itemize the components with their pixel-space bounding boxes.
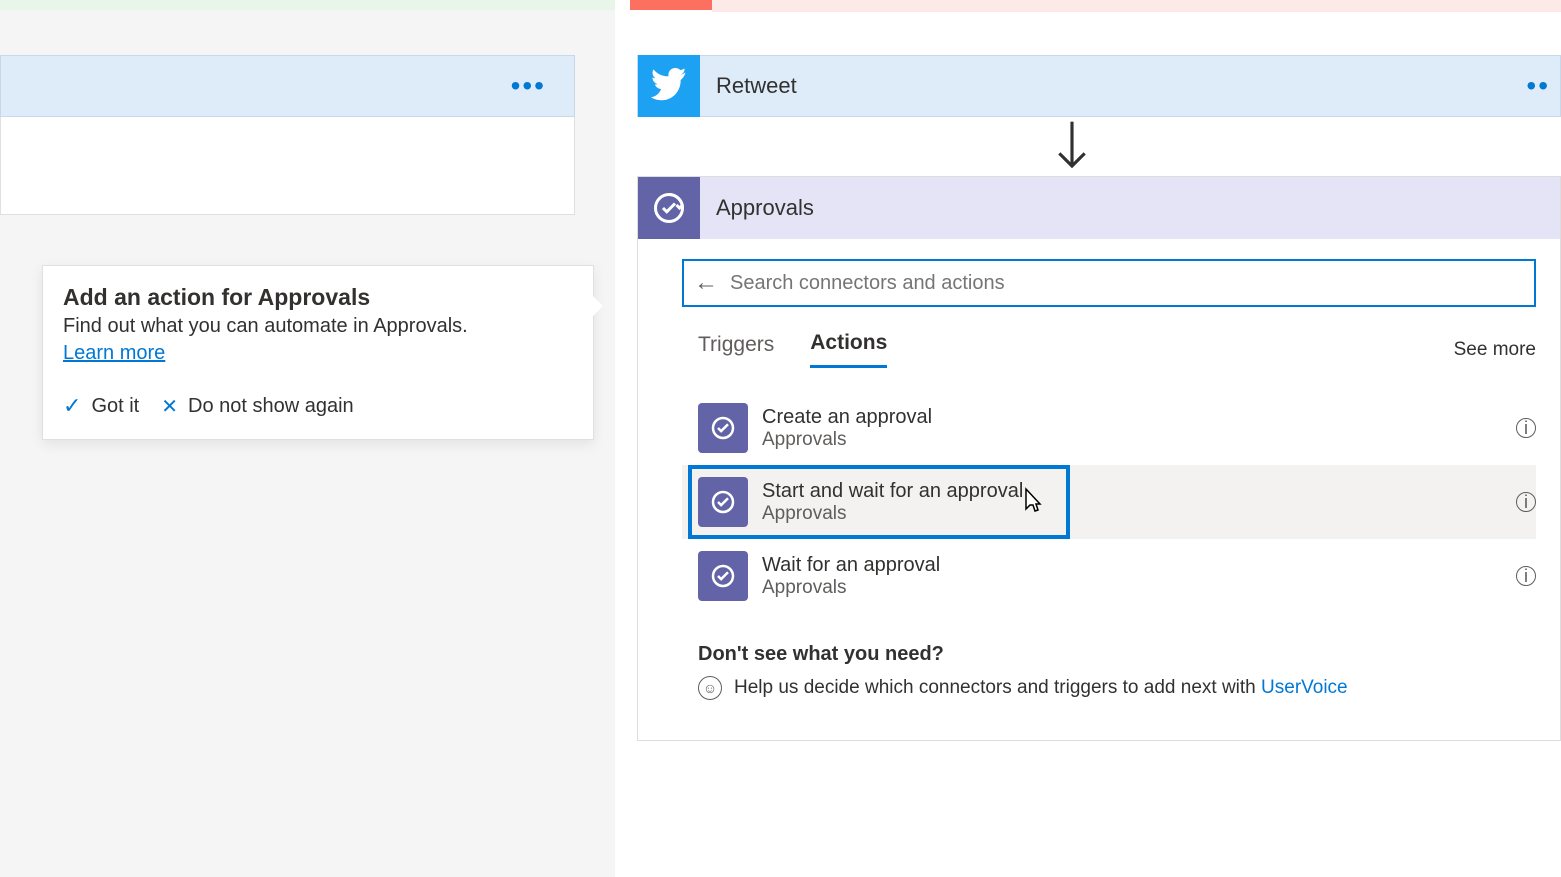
action-item-start-wait[interactable]: Start and wait for an approval Approvals bbox=[688, 465, 1070, 539]
tooltip-pointer bbox=[593, 296, 603, 316]
orange-tab bbox=[630, 0, 712, 10]
tab-actions[interactable]: Actions bbox=[810, 331, 887, 368]
uservoice-link[interactable]: UserVoice bbox=[1261, 677, 1348, 698]
retweet-title: Retweet bbox=[716, 73, 1526, 99]
back-arrow-icon[interactable]: ← bbox=[694, 269, 718, 297]
action-text: Wait for an approval Approvals bbox=[762, 554, 1516, 599]
see-more-link[interactable]: See more bbox=[1454, 339, 1536, 361]
search-row: ← bbox=[682, 259, 1536, 307]
tooltip-title: Add an action for Approvals bbox=[63, 284, 573, 311]
approvals-title: Approvals bbox=[716, 195, 814, 221]
left-panel: ••• Add an action for Approvals Find out… bbox=[0, 0, 615, 877]
got-it-button[interactable]: ✓ Got it bbox=[63, 393, 139, 419]
help-section: Don't see what you need? ☺ Help us decid… bbox=[698, 643, 1536, 700]
more-icon[interactable]: •• bbox=[1526, 70, 1550, 102]
approvals-icon bbox=[698, 477, 748, 527]
help-title: Don't see what you need? bbox=[698, 643, 1536, 666]
smile-icon: ☺ bbox=[698, 676, 722, 700]
info-icon[interactable]: i bbox=[1516, 492, 1536, 512]
tab-triggers[interactable]: Triggers bbox=[698, 333, 774, 367]
action-text: Start and wait for an approval Approvals bbox=[762, 480, 1062, 525]
help-row: ☺ Help us decide which connectors and tr… bbox=[698, 676, 1536, 700]
action-item-wait[interactable]: Wait for an approval Approvals i bbox=[638, 539, 1560, 613]
action-item-create[interactable]: Create an approval Approvals i bbox=[638, 391, 1560, 465]
action-name: Wait for an approval bbox=[762, 554, 1516, 577]
pink-bar bbox=[712, 0, 1561, 12]
approvals-step-card: Approvals ← Triggers Actions See more Cr… bbox=[637, 176, 1561, 741]
action-sub: Approvals bbox=[762, 577, 1516, 599]
learn-more-link[interactable]: Learn more bbox=[63, 342, 165, 365]
tabs-row: Triggers Actions See more bbox=[698, 331, 1536, 369]
right-panel: Retweet •• Approvals ← Triggers Actions … bbox=[615, 0, 1561, 877]
action-text: Create an approval Approvals bbox=[762, 406, 1516, 451]
tooltip-desc: Find out what you can automate in Approv… bbox=[63, 315, 573, 338]
info-icon[interactable]: i bbox=[1516, 418, 1536, 438]
action-sub: Approvals bbox=[762, 429, 1516, 451]
approvals-header[interactable]: Approvals bbox=[638, 177, 1560, 239]
retweet-step-card[interactable]: Retweet •• bbox=[637, 55, 1561, 117]
approvals-icon bbox=[638, 177, 700, 239]
arrow-down-icon bbox=[1053, 118, 1091, 181]
twitter-icon bbox=[638, 55, 700, 117]
help-text-pre: Help us decide which connectors and trig… bbox=[734, 677, 1261, 698]
approvals-icon bbox=[698, 403, 748, 453]
action-name: Create an approval bbox=[762, 406, 1516, 429]
approvals-body: ← Triggers Actions See more Create an ap… bbox=[638, 239, 1560, 740]
action-name: Start and wait for an approval bbox=[762, 480, 1062, 503]
more-icon[interactable]: ••• bbox=[511, 81, 546, 91]
x-icon: ✕ bbox=[161, 394, 178, 419]
action-row-hovered: Start and wait for an approval Approvals… bbox=[638, 465, 1560, 539]
check-icon: ✓ bbox=[63, 393, 81, 419]
left-step-body bbox=[0, 117, 575, 215]
tooltip-card: Add an action for Approvals Find out wha… bbox=[42, 265, 594, 440]
search-input[interactable] bbox=[730, 272, 1524, 295]
green-bar bbox=[0, 0, 615, 10]
approvals-icon bbox=[698, 551, 748, 601]
help-text: Help us decide which connectors and trig… bbox=[734, 677, 1348, 699]
left-step-card[interactable]: ••• bbox=[0, 55, 575, 117]
tooltip-actions: ✓ Got it ✕ Do not show again bbox=[63, 393, 573, 419]
actions-list: Create an approval Approvals i Start and… bbox=[638, 391, 1560, 613]
action-sub: Approvals bbox=[762, 503, 1062, 525]
got-it-label: Got it bbox=[91, 395, 139, 418]
dont-show-label: Do not show again bbox=[188, 395, 354, 418]
info-icon[interactable]: i bbox=[1516, 566, 1536, 586]
dont-show-button[interactable]: ✕ Do not show again bbox=[161, 394, 353, 419]
